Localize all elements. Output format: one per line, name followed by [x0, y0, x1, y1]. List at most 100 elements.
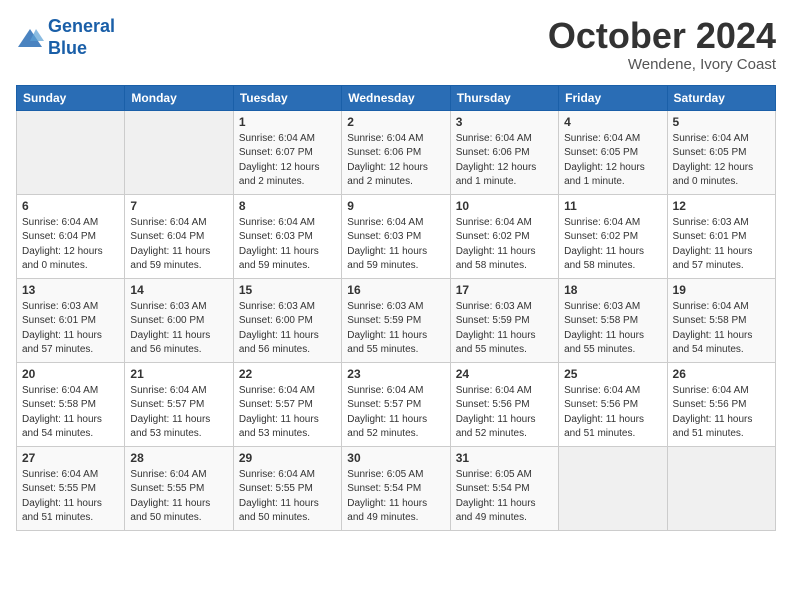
calendar-cell: 29 Sunrise: 6:04 AM Sunset: 5:55 PM Dayli… [233, 446, 341, 530]
calendar-cell [559, 446, 667, 530]
day-info: Sunrise: 6:03 AM Sunset: 5:59 PM Dayligh… [456, 300, 553, 358]
day-info: Sunrise: 6:04 AM Sunset: 5:58 PM Dayligh… [673, 300, 770, 358]
calendar-cell: 24Sunrise: 6:04 AM Sunset: 5:56 PM Dayli… [450, 362, 558, 446]
calendar-week-row: 20 Sunrise: 6:04 AM Sunset: 5:58 PM Dayli… [17, 362, 776, 446]
logo-icon [16, 27, 44, 49]
logo-text: General [48, 16, 115, 38]
calendar-week-row: 1Sunrise: 6:04 AM Sunset: 6:07 PM Daylig… [17, 110, 776, 194]
day-info: Sunrise: 6:04 AM Sunset: 6:03 PM Dayligh… [239, 216, 336, 274]
calendar-cell: 21Sunrise: 6:04 AM Sunset: 5:57 PM Dayli… [125, 362, 233, 446]
day-number: 6 [22, 199, 119, 213]
logo: General Blue [16, 16, 115, 59]
weekday-header: Wednesday [342, 85, 450, 110]
calendar-cell: 4 Sunrise: 6:04 AM Sunset: 6:05 PM Daylig… [559, 110, 667, 194]
day-info: Sunrise: 6:04 AM Sunset: 6:04 PM Dayligh… [22, 216, 119, 274]
calendar-week-row: 13 Sunrise: 6:03 AM Sunset: 6:01 PM Dayli… [17, 278, 776, 362]
day-info: Sunrise: 6:03 AM Sunset: 6:01 PM Dayligh… [22, 300, 119, 358]
day-info: Sunrise: 6:04 AM Sunset: 6:05 PM Dayligh… [673, 132, 770, 190]
day-info: Sunrise: 6:03 AM Sunset: 5:58 PM Dayligh… [564, 300, 661, 358]
location-subtitle: Wendene, Ivory Coast [548, 56, 776, 73]
day-number: 27 [22, 451, 119, 465]
calendar-cell: 12 Sunrise: 6:03 AM Sunset: 6:01 PM Dayli… [667, 194, 775, 278]
calendar-cell: 22Sunrise: 6:04 AM Sunset: 5:57 PM Dayli… [233, 362, 341, 446]
day-number: 28 [130, 451, 227, 465]
logo-text2: Blue [48, 38, 115, 60]
day-number: 20 [22, 367, 119, 381]
day-number: 3 [456, 115, 553, 129]
calendar-header: SundayMondayTuesdayWednesdayThursdayFrid… [17, 85, 776, 110]
day-info: Sunrise: 6:03 AM Sunset: 6:00 PM Dayligh… [130, 300, 227, 358]
calendar-cell: 7 Sunrise: 6:04 AM Sunset: 6:04 PM Daylig… [125, 194, 233, 278]
weekday-header: Thursday [450, 85, 558, 110]
calendar-cell: 19 Sunrise: 6:04 AM Sunset: 5:58 PM Dayli… [667, 278, 775, 362]
day-number: 5 [673, 115, 770, 129]
calendar-cell: 5 Sunrise: 6:04 AM Sunset: 6:05 PM Daylig… [667, 110, 775, 194]
day-number: 10 [456, 199, 553, 213]
calendar-cell: 1Sunrise: 6:04 AM Sunset: 6:07 PM Daylig… [233, 110, 341, 194]
calendar-table: SundayMondayTuesdayWednesdayThursdayFrid… [16, 85, 776, 531]
day-info: Sunrise: 6:04 AM Sunset: 5:57 PM Dayligh… [130, 384, 227, 442]
day-number: 8 [239, 199, 336, 213]
day-number: 29 [239, 451, 336, 465]
day-info: Sunrise: 6:04 AM Sunset: 6:04 PM Dayligh… [130, 216, 227, 274]
weekday-header: Monday [125, 85, 233, 110]
day-number: 12 [673, 199, 770, 213]
weekday-header: Tuesday [233, 85, 341, 110]
title-block: October 2024 Wendene, Ivory Coast [548, 16, 776, 73]
day-number: 25 [564, 367, 661, 381]
day-info: Sunrise: 6:05 AM Sunset: 5:54 PM Dayligh… [347, 468, 444, 526]
calendar-cell: 31Sunrise: 6:05 AM Sunset: 5:54 PM Dayli… [450, 446, 558, 530]
calendar-cell: 15 Sunrise: 6:03 AM Sunset: 6:00 PM Dayli… [233, 278, 341, 362]
calendar-cell: 23 Sunrise: 6:04 AM Sunset: 5:57 PM Dayli… [342, 362, 450, 446]
day-number: 17 [456, 283, 553, 297]
day-info: Sunrise: 6:04 AM Sunset: 5:55 PM Dayligh… [130, 468, 227, 526]
calendar-cell: 25 Sunrise: 6:04 AM Sunset: 5:56 PM Dayli… [559, 362, 667, 446]
calendar-cell: 6 Sunrise: 6:04 AM Sunset: 6:04 PM Daylig… [17, 194, 125, 278]
day-number: 9 [347, 199, 444, 213]
calendar-cell: 27Sunrise: 6:04 AM Sunset: 5:55 PM Dayli… [17, 446, 125, 530]
day-number: 13 [22, 283, 119, 297]
day-number: 19 [673, 283, 770, 297]
calendar-cell: 16Sunrise: 6:03 AM Sunset: 5:59 PM Dayli… [342, 278, 450, 362]
day-info: Sunrise: 6:04 AM Sunset: 6:05 PM Dayligh… [564, 132, 661, 190]
day-number: 18 [564, 283, 661, 297]
day-info: Sunrise: 6:04 AM Sunset: 6:06 PM Dayligh… [347, 132, 444, 190]
calendar-cell [667, 446, 775, 530]
day-info: Sunrise: 6:04 AM Sunset: 6:03 PM Dayligh… [347, 216, 444, 274]
day-number: 26 [673, 367, 770, 381]
day-info: Sunrise: 6:04 AM Sunset: 5:58 PM Dayligh… [22, 384, 119, 442]
calendar-cell: 8 Sunrise: 6:04 AM Sunset: 6:03 PM Daylig… [233, 194, 341, 278]
calendar-cell: 14Sunrise: 6:03 AM Sunset: 6:00 PM Dayli… [125, 278, 233, 362]
calendar-week-row: 27 Sunrise: 6:04 AM Sunset: 5:55 PM Dayli… [17, 446, 776, 530]
calendar-cell: 26 Sunrise: 6:04 AM Sunset: 5:56 PM Dayli… [667, 362, 775, 446]
day-number: 15 [239, 283, 336, 297]
calendar-cell: 20 Sunrise: 6:04 AM Sunset: 5:58 PM Dayli… [17, 362, 125, 446]
day-info: Sunrise: 6:04 AM Sunset: 5:56 PM Dayligh… [456, 384, 553, 442]
day-number: 4 [564, 115, 661, 129]
calendar-cell [17, 110, 125, 194]
calendar-cell: 18 Sunrise: 6:03 AM Sunset: 5:58 PM Dayli… [559, 278, 667, 362]
day-info: Sunrise: 6:04 AM Sunset: 5:57 PM Dayligh… [347, 384, 444, 442]
day-info: Sunrise: 6:03 AM Sunset: 6:00 PM Dayligh… [239, 300, 336, 358]
calendar-cell: 17 Sunrise: 6:03 AM Sunset: 5:59 PM Dayli… [450, 278, 558, 362]
day-number: 7 [130, 199, 227, 213]
weekday-header: Friday [559, 85, 667, 110]
calendar-cell: 13 Sunrise: 6:03 AM Sunset: 6:01 PM Dayli… [17, 278, 125, 362]
weekday-header: Saturday [667, 85, 775, 110]
day-number: 11 [564, 199, 661, 213]
page-header: General Blue October 2024 Wendene, Ivory… [16, 16, 776, 73]
day-number: 22 [239, 367, 336, 381]
day-info: Sunrise: 6:04 AM Sunset: 5:56 PM Dayligh… [564, 384, 661, 442]
day-number: 23 [347, 367, 444, 381]
day-info: Sunrise: 6:03 AM Sunset: 6:01 PM Dayligh… [673, 216, 770, 274]
day-number: 2 [347, 115, 444, 129]
day-info: Sunrise: 6:04 AM Sunset: 6:02 PM Dayligh… [564, 216, 661, 274]
day-info: Sunrise: 6:04 AM Sunset: 5:56 PM Dayligh… [673, 384, 770, 442]
day-number: 1 [239, 115, 336, 129]
calendar-cell: 11 Sunrise: 6:04 AM Sunset: 6:02 PM Dayli… [559, 194, 667, 278]
day-info: Sunrise: 6:03 AM Sunset: 5:59 PM Dayligh… [347, 300, 444, 358]
calendar-cell [125, 110, 233, 194]
calendar-cell: 2 Sunrise: 6:04 AM Sunset: 6:06 PM Daylig… [342, 110, 450, 194]
day-info: Sunrise: 6:04 AM Sunset: 5:55 PM Dayligh… [239, 468, 336, 526]
calendar-cell: 10Sunrise: 6:04 AM Sunset: 6:02 PM Dayli… [450, 194, 558, 278]
